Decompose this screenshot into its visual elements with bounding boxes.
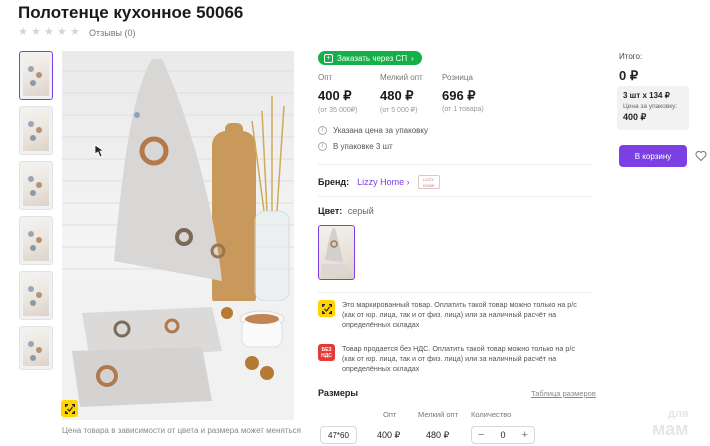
col-small-opt: Мелкий опт xyxy=(418,410,459,419)
size-chip[interactable]: 47*60 xyxy=(320,426,357,444)
price-tier-label: Мелкий опт xyxy=(380,73,423,82)
plus-icon[interactable]: + xyxy=(522,429,528,441)
thumbnail[interactable] xyxy=(19,161,53,210)
star-icon: ★ xyxy=(18,26,28,38)
star-icon: ★ xyxy=(31,26,41,38)
size-row-small-opt: 480 ₽ xyxy=(426,430,450,440)
price-tier: Мелкий опт 480 ₽ (от 5 000 ₽) xyxy=(380,73,442,114)
minus-icon[interactable]: − xyxy=(478,429,484,441)
size-table-link[interactable]: Таблица размеров xyxy=(531,389,596,398)
price-tier: Опт 400 ₽ (от 35 000₽) xyxy=(318,73,380,114)
product-image[interactable] xyxy=(62,51,294,420)
quantity-stepper: − 0 + xyxy=(471,426,535,444)
divider xyxy=(318,164,593,165)
color-row: Цвет: серый xyxy=(318,206,374,216)
marked-product-notice: Это маркированный товар. Оплатить такой … xyxy=(318,300,588,330)
star-icon: ★ xyxy=(57,26,67,38)
thumbnail[interactable] xyxy=(19,51,53,100)
thumbnail-list xyxy=(19,51,53,370)
watermark-line2: мам xyxy=(652,419,689,439)
chevron-right-icon: › xyxy=(411,53,414,63)
price-tier-label: Розница xyxy=(442,73,473,82)
brand-logo: LIZZY HOME xyxy=(417,175,440,189)
price-tier-label: Опт xyxy=(318,73,333,82)
per-pack-value: 400 ₽ xyxy=(623,112,647,122)
price-tiers: Опт 400 ₽ (от 35 000₽) Мелкий опт 480 ₽ … xyxy=(318,73,504,114)
price-tier-note: (от 5 000 ₽) xyxy=(380,107,418,114)
watermark-logo: для мам xyxy=(652,407,689,439)
price-tier-value: 400 ₽ xyxy=(318,88,352,103)
reviews-link[interactable]: Отзывы (0) xyxy=(89,28,135,38)
col-opt: Опт xyxy=(383,410,397,419)
thumbnail[interactable] xyxy=(19,216,53,265)
col-qty: Количество xyxy=(471,410,512,419)
price-tier-note: (от 1 товара) xyxy=(442,106,484,113)
package-info: i Указана цена за упаковку i В упаковке … xyxy=(318,126,428,158)
star-icon: ★ xyxy=(44,26,54,38)
star-icon: ★ xyxy=(70,26,80,38)
divider xyxy=(318,292,593,293)
color-swatch-grey[interactable] xyxy=(318,225,355,280)
add-to-cart-button[interactable]: В корзину xyxy=(619,145,687,167)
info-line: i В упаковке 3 шт xyxy=(318,142,428,151)
order-via-sp-button[interactable]: + Заказать через СП › xyxy=(318,51,422,65)
no-vat-badge-line2: НДС xyxy=(321,352,332,359)
page-title: Полотенце кухонное 50066 xyxy=(18,3,244,22)
image-caption: Цена товара в зависимости от цвета и раз… xyxy=(62,426,302,435)
no-vat-text: Товар продается без НДС. Оплатить такой … xyxy=(342,344,575,373)
info-line: i Указана цена за упаковку xyxy=(318,126,428,135)
info-pack-count: В упаковке 3 шт xyxy=(333,142,393,151)
quantity-value[interactable]: 0 xyxy=(500,430,505,440)
brand-row: Бренд: Lizzy Home › LIZZY HOME xyxy=(318,175,440,189)
divider xyxy=(318,196,593,197)
price-tier-value: 696 ₽ xyxy=(442,88,476,103)
info-pack-price: Указана цена за упаковку xyxy=(333,126,428,135)
sizes-heading: Размеры xyxy=(318,388,359,398)
price-tier-note: (от 35 000₽) xyxy=(318,107,358,114)
size-row-opt: 400 ₽ xyxy=(377,430,401,440)
price-tier: Розница 696 ₽ (от 1 товара) xyxy=(442,73,504,114)
info-icon: i xyxy=(318,142,327,151)
no-vat-notice: БЕЗ НДС Товар продается без НДС. Оплатит… xyxy=(318,344,588,374)
price-tier-value: 480 ₽ xyxy=(380,88,414,103)
thumbnail[interactable] xyxy=(19,106,53,155)
color-value: серый xyxy=(347,206,374,216)
total-label: Итого: xyxy=(619,52,643,61)
chevron-right-icon: › xyxy=(406,177,410,187)
thumbnail[interactable] xyxy=(19,271,53,320)
no-vat-icon: БЕЗ НДС xyxy=(318,344,335,361)
plus-icon: + xyxy=(324,53,333,63)
heart-icon[interactable] xyxy=(695,150,707,162)
total-value: 0 ₽ xyxy=(619,68,639,83)
marking-icon xyxy=(318,300,335,317)
rating: ★ ★ ★ ★ ★ Отзывы (0) xyxy=(18,27,135,38)
brand-label: Бренд: xyxy=(318,177,350,187)
total-breakdown: 3 шт х 134 ₽ Цена за упаковку: 400 ₽ xyxy=(617,86,689,130)
per-pack-label: Цена за упаковку: xyxy=(623,103,678,110)
total-qty: 3 шт х 134 ₽ xyxy=(623,91,670,100)
thumbnail[interactable] xyxy=(19,326,53,370)
marked-product-text: Это маркированный товар. Оплатить такой … xyxy=(342,300,577,329)
order-via-sp-label: Заказать через СП xyxy=(337,53,408,63)
color-label: Цвет: xyxy=(318,206,343,216)
brand-name: Lizzy Home xyxy=(357,177,405,187)
info-icon: i xyxy=(318,126,327,135)
brand-link[interactable]: Lizzy Home › xyxy=(357,177,410,187)
marking-icon[interactable] xyxy=(61,400,78,417)
